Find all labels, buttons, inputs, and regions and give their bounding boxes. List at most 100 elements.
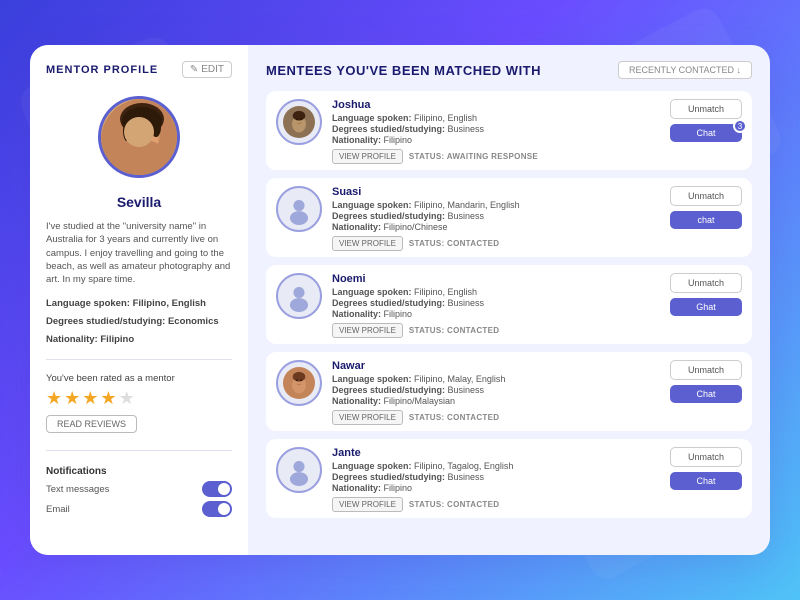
chat-badge: 3 [733,119,747,133]
right-panel: MENTEES YOU'VE BEEN MATCHED WITH RECENTL… [248,45,770,555]
mentee-avatar [276,447,322,493]
status-badge: STATUS: CONTACTED [409,326,499,335]
mentee-degrees: Degrees studied/studying: Business [332,472,652,482]
mentee-nationality: Nationality: Filipino [332,135,652,145]
mentee-info: Noemi Language spoken: Filipino, English… [332,273,652,338]
unmatch-button[interactable]: Unmatch [670,186,742,206]
text-messages-row: Text messages [46,481,232,497]
mentee-nationality: Nationality: Filipino [332,483,652,493]
avatar-container [46,96,232,178]
email-label: Email [46,504,70,515]
mentor-degrees: Degrees studied/studying: Economics [46,316,232,327]
text-messages-toggle[interactable] [202,481,232,497]
chat-button[interactable]: Ghat [670,298,742,316]
status-badge: STATUS: AWAITING RESPONSE [409,152,538,161]
mentee-actions: Unmatch Chat [662,447,742,490]
status-badge: STATUS: CONTACTED [409,500,499,509]
mentee-nationality: Nationality: Filipino/Malaysian [332,396,652,406]
edit-button[interactable]: ✎ EDIT [182,61,232,78]
mentee-degrees: Degrees studied/studying: Business [332,385,652,395]
mentee-actions: Unmatch chat [662,186,742,229]
mentee-degrees: Degrees studied/studying: Business [332,124,652,134]
unmatch-button[interactable]: Unmatch [670,273,742,293]
mentee-info: Jante Language spoken: Filipino, Tagalog… [332,447,652,512]
toggle-knob-email [218,503,230,515]
pencil-icon: ✎ [190,64,198,75]
star-3: ★ [82,388,98,409]
unmatch-button[interactable]: Unmatch [670,360,742,380]
mentee-row: Nawar Language spoken: Filipino, Malay, … [266,352,752,431]
email-toggle[interactable] [202,501,232,517]
mentee-degrees: Degrees studied/studying: Business [332,211,652,221]
mentee-tags: VIEW PROFILE STATUS: CONTACTED [332,323,652,338]
mentee-degrees: Degrees studied/studying: Business [332,298,652,308]
chat-button[interactable]: Chat [670,385,742,403]
mentee-name: Suasi [332,186,652,198]
chat-button[interactable]: Chat 3 [670,124,742,142]
mentee-tags: VIEW PROFILE STATUS: CONTACTED [332,497,652,512]
status-badge: STATUS: CONTACTED [409,413,499,422]
mentee-avatar [276,360,322,406]
star-5: ★ [119,388,135,409]
read-reviews-button[interactable]: READ REVIEWS [46,415,137,433]
mentee-actions: Unmatch Ghat [662,273,742,316]
mentor-profile-title: MENTOR PROFILE [46,64,158,76]
chat-button[interactable]: chat [670,211,742,229]
email-row: Email [46,501,232,517]
mentee-row: Noemi Language spoken: Filipino, English… [266,265,752,344]
mentee-avatar [276,99,322,145]
mentee-name: Nawar [332,360,652,372]
main-card: MENTOR PROFILE ✎ EDIT [30,45,770,555]
mentee-row: Joshua Language spoken: Filipino, Englis… [266,91,752,170]
status-badge: STATUS: CONTACTED [409,239,499,248]
view-profile-button[interactable]: VIEW PROFILE [332,410,403,425]
mentee-tags: VIEW PROFILE STATUS: AWAITING RESPONSE [332,149,652,164]
view-profile-button[interactable]: VIEW PROFILE [332,149,403,164]
mentee-info: Nawar Language spoken: Filipino, Malay, … [332,360,652,425]
mentee-tags: VIEW PROFILE STATUS: CONTACTED [332,410,652,425]
mentee-avatar [276,186,322,232]
mentee-row: Suasi Language spoken: Filipino, Mandari… [266,178,752,257]
mentee-nationality: Nationality: Filipino [332,309,652,319]
view-profile-button[interactable]: VIEW PROFILE [332,323,403,338]
star-4: ★ [100,388,116,409]
mentor-name: Sevilla [46,194,232,210]
rating-section: You've been rated as a mentor ★ ★ ★ ★ ★ … [46,373,232,433]
chat-button[interactable]: Chat [670,472,742,490]
mentees-list: Joshua Language spoken: Filipino, Englis… [266,91,752,545]
star-1: ★ [46,388,62,409]
mentee-language: Language spoken: Filipino, Mandarin, Eng… [332,200,652,210]
notifications-section: Notifications Text messages Email [46,466,232,521]
right-header: MENTEES YOU'VE BEEN MATCHED WITH RECENTL… [266,61,752,79]
text-messages-label: Text messages [46,484,109,495]
view-profile-button[interactable]: VIEW PROFILE [332,497,403,512]
mentee-language: Language spoken: Filipino, Malay, Englis… [332,374,652,384]
mentor-language: Language spoken: Filipino, English [46,298,232,309]
mentor-nationality: Nationality: Filipino [46,334,232,345]
mentee-language: Language spoken: Filipino, English [332,113,652,123]
view-profile-button[interactable]: VIEW PROFILE [332,236,403,251]
mentee-nationality: Nationality: Filipino/Chinese [332,222,652,232]
mentee-info: Suasi Language spoken: Filipino, Mandari… [332,186,652,251]
recently-contacted-button[interactable]: RECENTLY CONTACTED ↓ [618,61,752,79]
toggle-knob [218,483,230,495]
right-title: MENTEES YOU'VE BEEN MATCHED WITH [266,63,541,78]
mentor-bio: I've studied at the "university name" in… [46,220,232,286]
mentee-name: Joshua [332,99,652,111]
mentee-tags: VIEW PROFILE STATUS: CONTACTED [332,236,652,251]
mentee-language: Language spoken: Filipino, English [332,287,652,297]
notifications-title: Notifications [46,466,232,477]
mentee-row: Jante Language spoken: Filipino, Tagalog… [266,439,752,518]
mentee-info: Joshua Language spoken: Filipino, Englis… [332,99,652,164]
mentee-avatar [276,273,322,319]
mentor-profile-header: MENTOR PROFILE ✎ EDIT [46,61,232,78]
mentee-actions: Unmatch Chat 3 [662,99,742,142]
divider-2 [46,450,232,451]
left-panel: MENTOR PROFILE ✎ EDIT [30,45,248,555]
unmatch-button[interactable]: Unmatch [670,99,742,119]
mentee-language: Language spoken: Filipino, Tagalog, Engl… [332,461,652,471]
divider-1 [46,359,232,360]
star-2: ★ [64,388,80,409]
rating-label: You've been rated as a mentor [46,373,232,384]
unmatch-button[interactable]: Unmatch [670,447,742,467]
